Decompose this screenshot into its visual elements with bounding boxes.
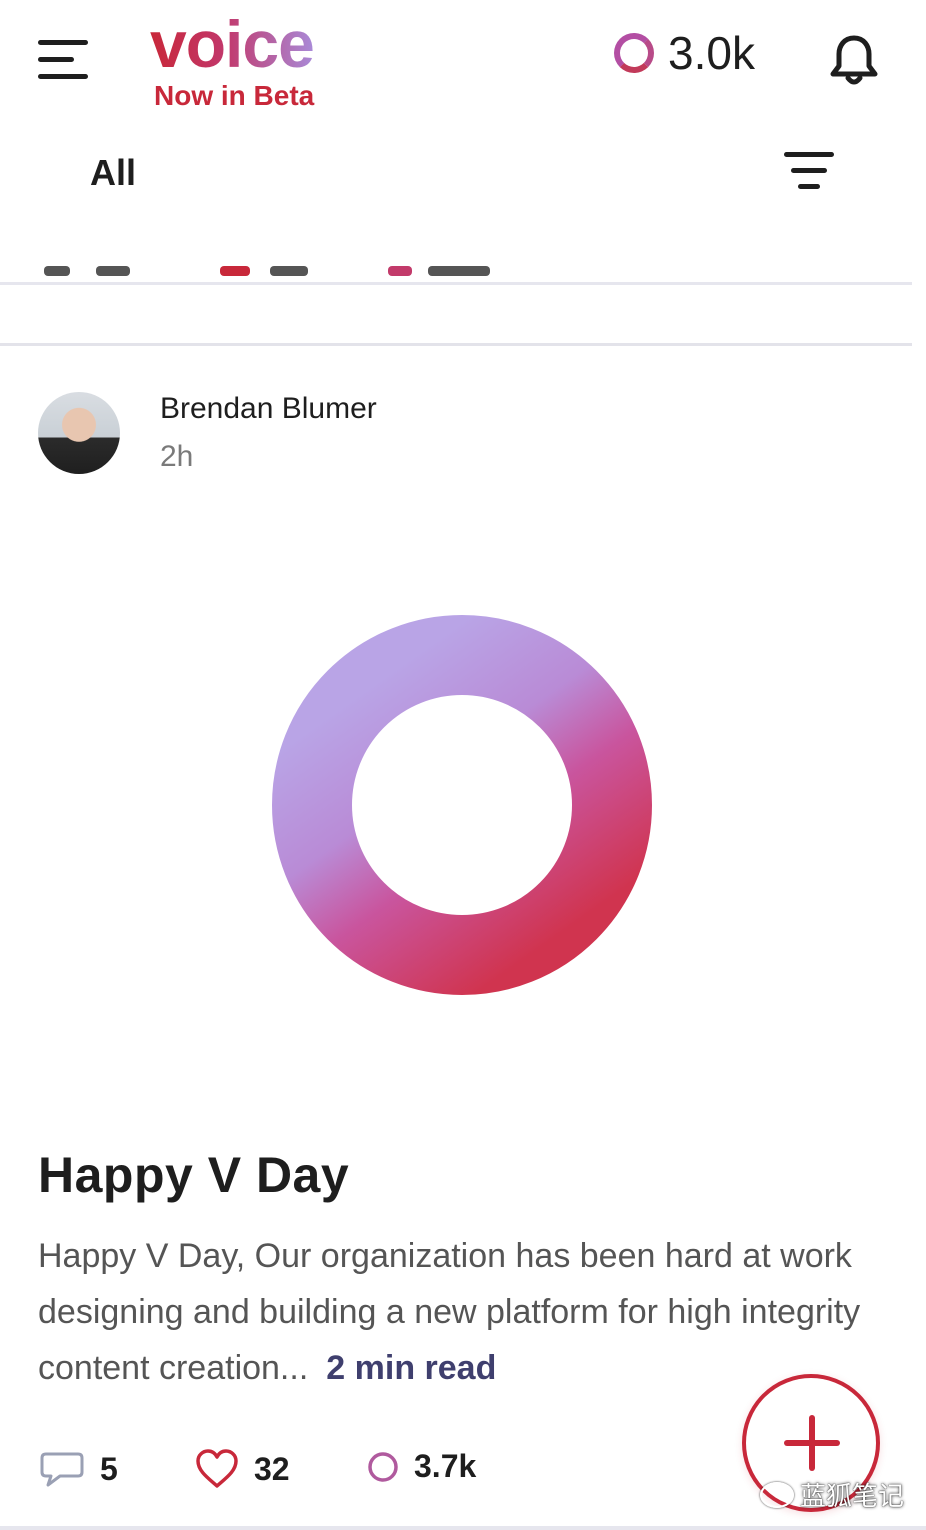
clipped-fragment bbox=[96, 266, 130, 276]
balance-value: 3.0k bbox=[668, 27, 755, 79]
clipped-fragment bbox=[220, 266, 250, 276]
watermark: 蓝狐笔记 bbox=[760, 1476, 904, 1513]
comment-icon bbox=[40, 1452, 84, 1487]
post-excerpt[interactable]: Happy V Day, Our organization has been h… bbox=[38, 1228, 898, 1396]
menu-line bbox=[38, 57, 74, 62]
comments-count: 5 bbox=[100, 1450, 118, 1487]
clipped-fragment bbox=[388, 266, 412, 276]
voice-feed-screen: voice Now in Beta 3.0k All Brendan Blume… bbox=[0, 0, 926, 1530]
app-logo[interactable]: voice bbox=[150, 4, 315, 84]
beta-label: Now in Beta bbox=[154, 80, 315, 111]
post-title[interactable]: Happy V Day bbox=[38, 1146, 349, 1204]
likes-count: 32 bbox=[254, 1450, 290, 1487]
like-button[interactable]: 32 bbox=[194, 1448, 290, 1490]
bell-icon[interactable] bbox=[826, 32, 882, 88]
previous-post-stats-clipped bbox=[0, 262, 912, 282]
menu-line bbox=[38, 74, 88, 79]
voice-ring-icon bbox=[368, 1451, 398, 1482]
clipped-fragment bbox=[428, 266, 490, 276]
filter-line bbox=[791, 168, 827, 173]
hamburger-menu-icon[interactable] bbox=[38, 40, 90, 82]
voice-ring-icon bbox=[614, 33, 654, 73]
clipped-fragment bbox=[44, 266, 70, 276]
bottom-edge bbox=[0, 1526, 926, 1530]
divider bbox=[0, 282, 912, 285]
filter-line bbox=[784, 152, 834, 157]
voice-count: 3.7k bbox=[414, 1448, 477, 1484]
clipped-fragment bbox=[270, 266, 308, 276]
post-time: 2h bbox=[160, 440, 194, 473]
author-name[interactable]: Brendan Blumer bbox=[160, 392, 377, 426]
post-ring-graphic[interactable] bbox=[272, 612, 652, 998]
author-avatar[interactable] bbox=[38, 392, 120, 474]
post-separator bbox=[0, 343, 912, 346]
wechat-icon bbox=[760, 1481, 794, 1508]
comments-button[interactable]: 5 bbox=[38, 1448, 118, 1490]
read-time-link[interactable]: 2 min read bbox=[326, 1349, 496, 1387]
menu-line bbox=[38, 40, 88, 45]
watermark-text: 蓝狐笔记 bbox=[800, 1481, 905, 1511]
filter-icon[interactable] bbox=[784, 152, 836, 192]
voice-balance[interactable]: 3.0k bbox=[614, 26, 755, 80]
heart-icon bbox=[196, 1449, 238, 1488]
tab-all[interactable]: All bbox=[90, 152, 136, 194]
voice-reward-button[interactable]: 3.7k bbox=[366, 1448, 476, 1485]
filter-line bbox=[798, 184, 820, 189]
